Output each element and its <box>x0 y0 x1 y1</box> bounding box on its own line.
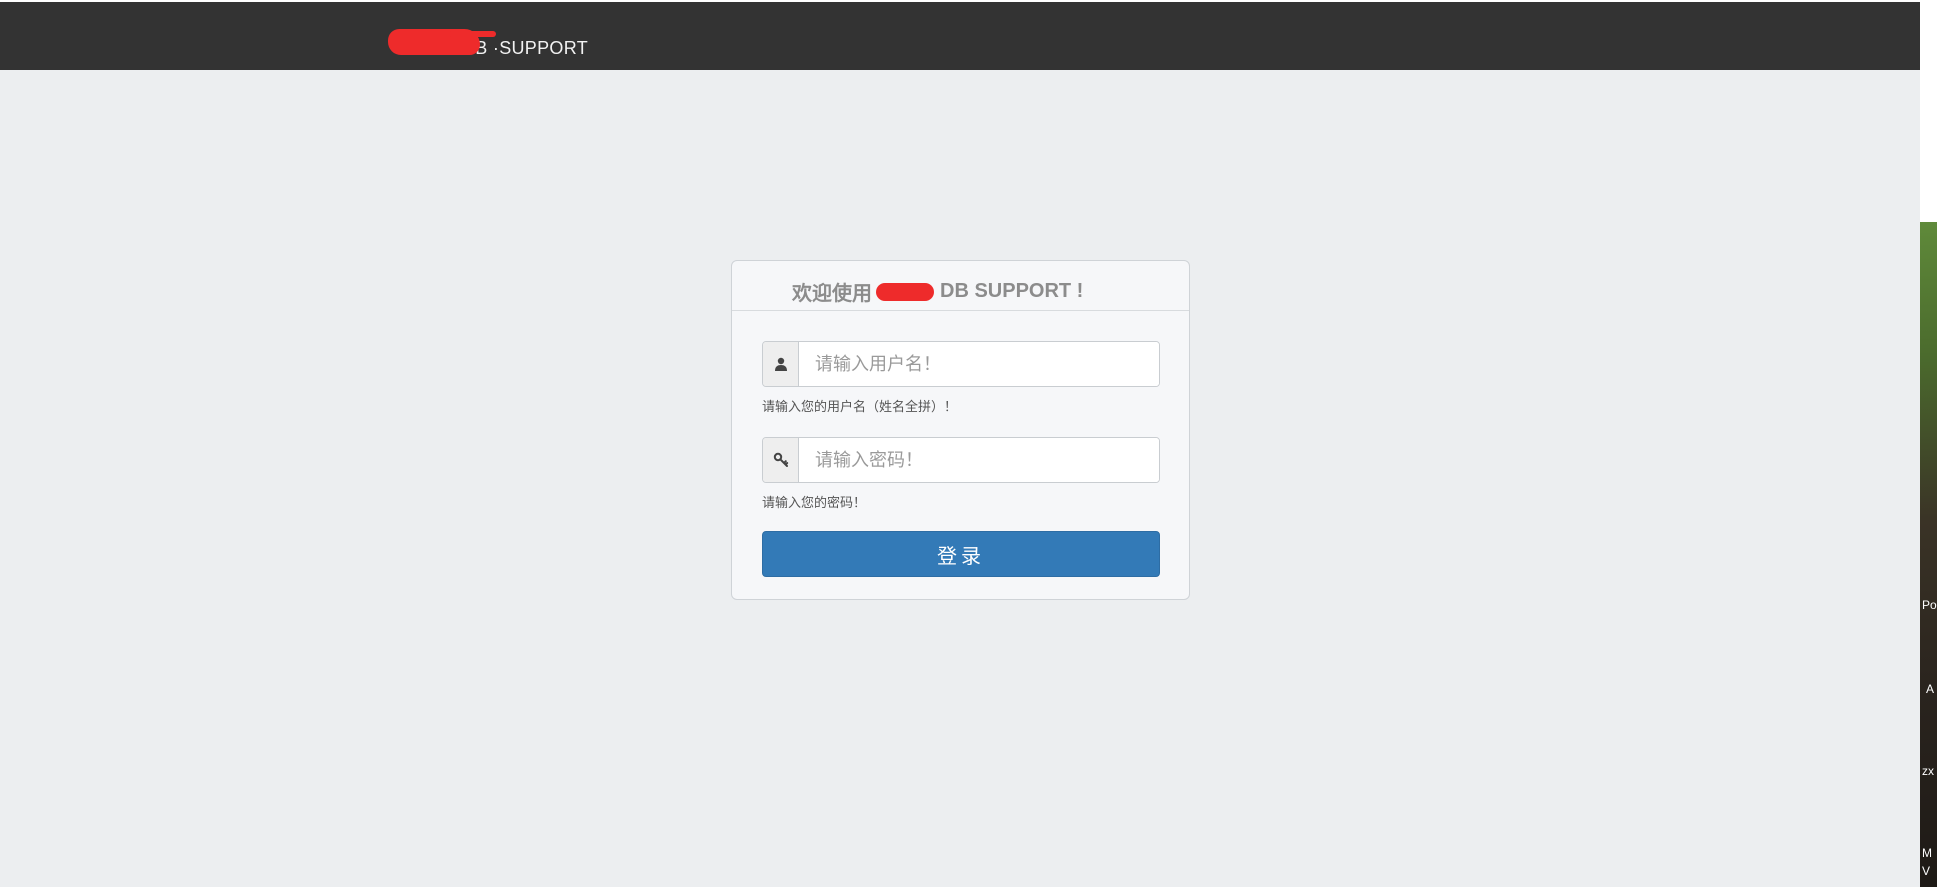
username-input-group <box>762 341 1160 387</box>
side-label: zx <box>1922 764 1934 778</box>
title-suffix: DB SUPPORT ! <box>940 280 1084 302</box>
panel-heading: 欢迎使用 DB SUPPORT ! <box>732 261 1189 311</box>
panel-body: 请输入您的用户名（姓名全拼）！ 请输入您的密码！ 登录 <box>732 311 1189 577</box>
password-input-group <box>762 437 1160 483</box>
top-navbar: DB ·SUPPORT <box>0 0 1920 70</box>
user-icon-glyph <box>774 357 787 371</box>
redaction-mark <box>876 282 934 301</box>
side-label: A <box>1926 682 1935 696</box>
user-icon <box>763 342 799 386</box>
password-input[interactable] <box>799 438 1159 482</box>
key-icon-glyph <box>773 452 788 467</box>
title-prefix: 欢迎使用 <box>792 283 872 305</box>
side-label: M <box>1922 846 1932 860</box>
login-button[interactable]: 登录 <box>762 531 1160 577</box>
username-input[interactable] <box>799 342 1159 386</box>
navbar-brand[interactable]: DB ·SUPPORT <box>388 22 588 62</box>
username-help-text: 请输入您的用户名（姓名全拼）！ <box>762 400 958 415</box>
key-icon <box>763 438 799 482</box>
side-label: V <box>1922 864 1931 878</box>
login-panel: 欢迎使用 DB SUPPORT ! 请输入您的用户名（姓名全拼）！ <box>731 260 1190 600</box>
side-window-photo <box>1920 222 1937 887</box>
panel-title: 欢迎使用 DB SUPPORT ! <box>792 277 1083 306</box>
redaction-mark <box>388 25 504 59</box>
password-help-text: 请输入您的密码！ <box>762 496 867 511</box>
side-label: Po <box>1922 598 1937 612</box>
